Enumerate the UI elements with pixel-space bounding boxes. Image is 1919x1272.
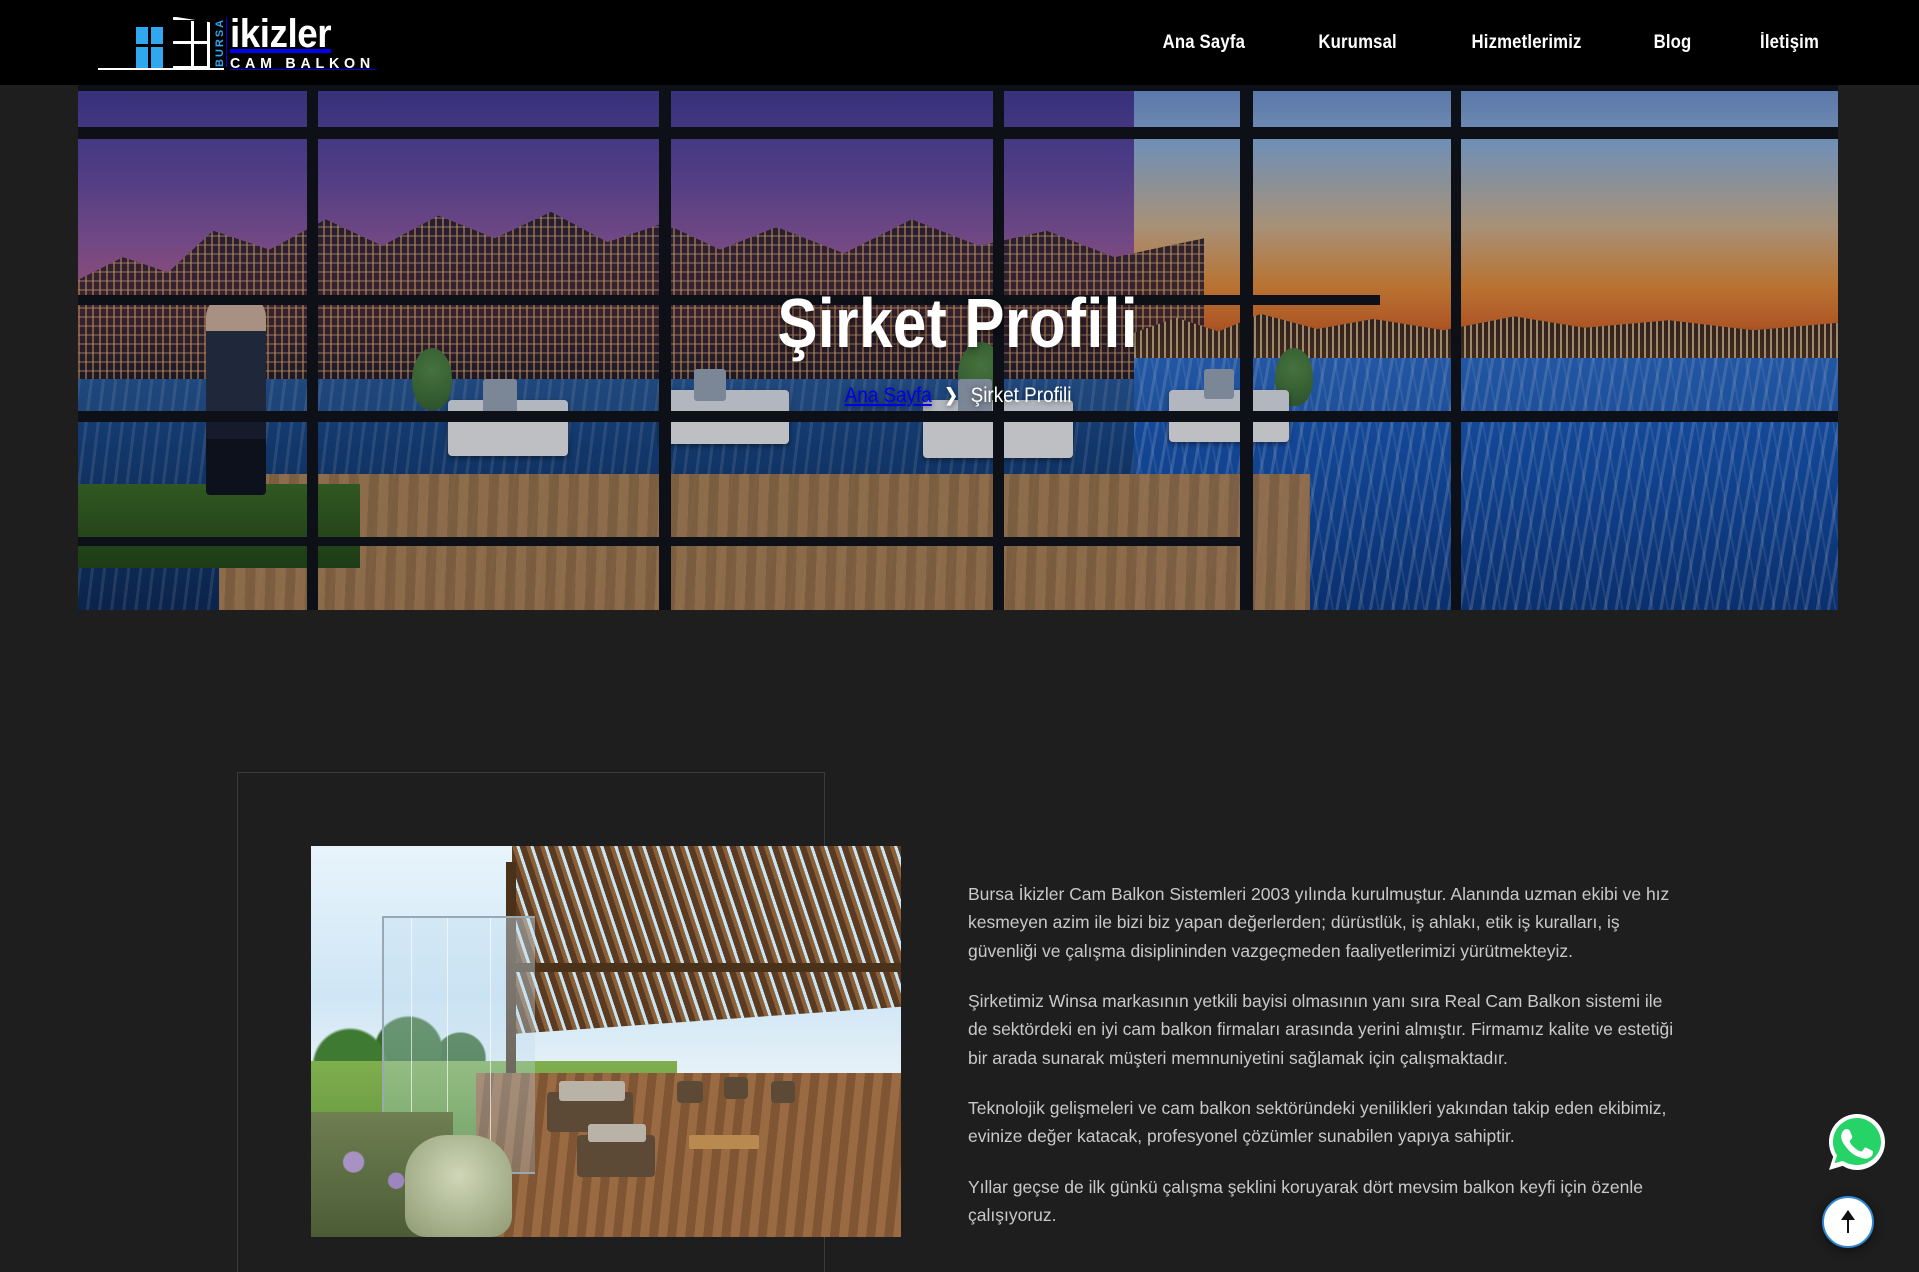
hero-text-block: Şirket Profili Ana Sayfa ❯ Şirket Profil… bbox=[78, 85, 1838, 610]
logo-wordmark: ikizler CAM BALKON bbox=[230, 14, 383, 71]
breadcrumb: Ana Sayfa ❯ Şirket Profili bbox=[845, 384, 1072, 408]
main-navigation: Ana Sayfa Kurumsal Hizmetlerimiz Blog İl… bbox=[1157, 32, 1823, 54]
arrow-up-icon bbox=[1841, 1210, 1854, 1233]
company-photo bbox=[311, 846, 901, 1237]
logo-name: ikizler bbox=[230, 12, 332, 56]
paragraph-3: Teknolojik gelişmeleri ve cam balkon sek… bbox=[968, 1098, 1667, 1147]
paragraph-1: Bursa İkizler Cam Balkon Sistemleri 2003… bbox=[968, 884, 1670, 961]
white-door-icon bbox=[166, 16, 210, 69]
brand-logo[interactable]: BURSA ikizler CAM BALKON bbox=[98, 14, 383, 72]
paragraph-2: Şirketimiz Winsa markasının yetkili bayi… bbox=[968, 991, 1674, 1068]
scroll-to-top-button[interactable] bbox=[1822, 1196, 1874, 1248]
logo-baseline bbox=[98, 67, 224, 70]
logo-mark bbox=[98, 16, 224, 70]
logo-tagline: CAM BALKON bbox=[230, 55, 375, 72]
nav-item-kurumsal[interactable]: Kurumsal bbox=[1318, 32, 1397, 54]
whatsapp-button[interactable] bbox=[1825, 1110, 1889, 1174]
blue-window-icon bbox=[136, 26, 163, 69]
whatsapp-icon bbox=[1829, 1114, 1885, 1170]
site-header: BURSA ikizler CAM BALKON Ana Sayfa Kurum… bbox=[0, 0, 1919, 85]
hero-banner: Şirket Profili Ana Sayfa ❯ Şirket Profil… bbox=[78, 85, 1838, 610]
nav-item-ana-sayfa[interactable]: Ana Sayfa bbox=[1163, 32, 1245, 54]
nav-item-hizmetlerimiz[interactable]: Hizmetlerimiz bbox=[1471, 32, 1581, 54]
nav-item-iletisim[interactable]: İletişim bbox=[1760, 32, 1819, 54]
company-profile-text: Bursa İkizler Cam Balkon Sistemleri 2003… bbox=[968, 880, 1680, 1229]
logo-vertical-text: BURSA bbox=[214, 17, 226, 67]
paragraph-4: Yıllar geçse de ilk günkü çalışma şeklin… bbox=[968, 1176, 1644, 1226]
nav-item-blog[interactable]: Blog bbox=[1653, 32, 1691, 54]
page-title: Şirket Profili bbox=[777, 283, 1139, 362]
breadcrumb-current: Şirket Profili bbox=[970, 383, 1072, 407]
logo-window-icons bbox=[136, 16, 212, 69]
chevron-right-icon: ❯ bbox=[944, 385, 958, 405]
breadcrumb-home[interactable]: Ana Sayfa bbox=[845, 384, 932, 408]
